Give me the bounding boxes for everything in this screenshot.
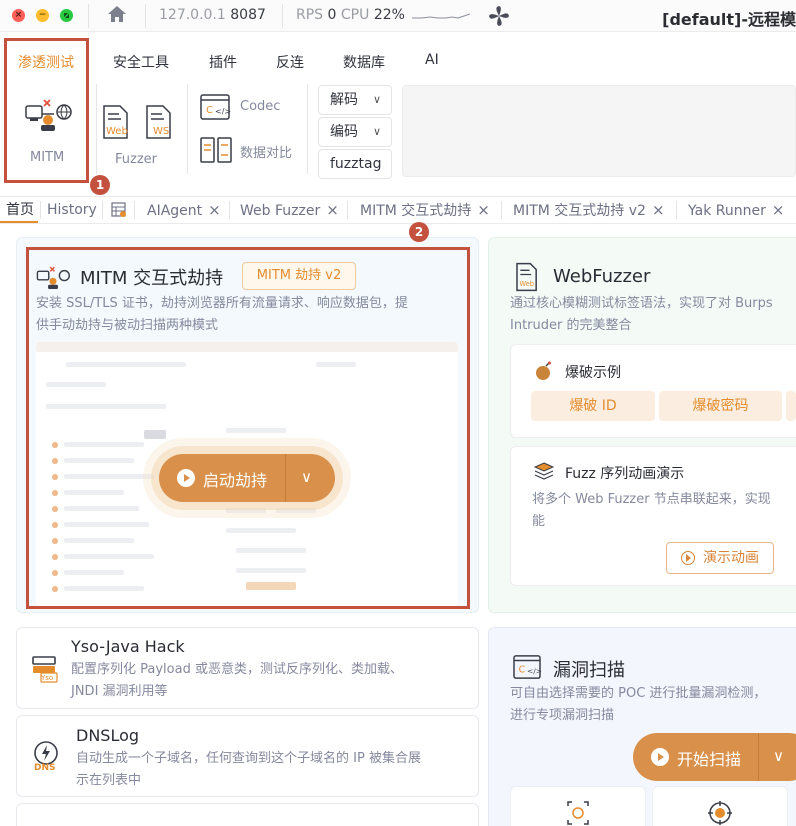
vuln-scan-icon: C </> — [513, 655, 542, 679]
close-tab-icon[interactable]: × — [652, 201, 665, 219]
webfuzzer-card-title: WebFuzzer — [553, 266, 651, 287]
layers-icon — [533, 462, 555, 480]
dnslog-card-title: DNSLog — [76, 726, 140, 745]
menu-plugins[interactable]: 插件 — [209, 52, 237, 72]
title-bar: × − 127.0.0.1 8087 RPS 0 CPU 22% [defaul… — [0, 0, 796, 32]
close-tab-icon[interactable]: × — [477, 201, 490, 219]
start-scan-button[interactable]: 开始扫描 ∨ — [633, 733, 796, 781]
table-icon[interactable] — [111, 202, 127, 218]
annotation-badge-1: 1 — [90, 175, 110, 195]
tab-web-fuzzer[interactable]: Web Fuzzer × — [234, 197, 339, 223]
fuzztag-button[interactable]: fuzztag — [318, 149, 392, 179]
close-tab-icon[interactable]: × — [772, 201, 785, 219]
next-tool-card[interactable] — [16, 803, 479, 826]
menu-ai[interactable]: AI — [425, 52, 439, 68]
annotation-badge-2: 2 — [409, 222, 429, 242]
expand-icon — [64, 13, 69, 18]
tab-mitm[interactable]: MITM 交互式劫持 × — [354, 197, 490, 223]
tab-home[interactable]: 首页 — [0, 197, 38, 223]
home-icon[interactable] — [106, 3, 128, 25]
window-title: [default]-远程模 — [662, 10, 796, 29]
close-tab-icon[interactable]: × — [208, 201, 221, 219]
fuzzer-label: Fuzzer — [115, 152, 157, 167]
chevron-down-icon: ∨ — [372, 125, 381, 138]
data-compare-label[interactable]: 数据对比 — [240, 142, 292, 161]
rps-status: RPS 0 CPU 22% — [296, 7, 405, 23]
yso-card-desc: 配置序列化 Payload 或恶意类，测试反序列化、类加载、 JNDI 漏洞利用… — [71, 662, 403, 699]
more-pill[interactable] — [786, 391, 796, 421]
yso-card-title: Yso-Java Hack — [71, 637, 185, 656]
decode-select[interactable]: 解码 ∨ — [318, 85, 392, 115]
demo-animation-button[interactable]: 演示动画 — [666, 542, 774, 574]
svg-text:Web: Web — [520, 280, 535, 288]
engine-address: 127.0.0.1 8087 — [159, 7, 266, 23]
webfuzzer-card-desc: 通过核心模糊测试标签语法，实现了对 Burps Intruder 的完美整合 — [510, 296, 773, 333]
yakit-logo-icon — [489, 6, 509, 26]
tab-mitm-v2[interactable]: MITM 交互式劫持 v2 × — [507, 197, 665, 223]
highlight-box-1 — [4, 38, 89, 183]
encode-select[interactable]: 编码 ∨ — [318, 117, 392, 147]
close-window-button[interactable]: × — [12, 9, 25, 22]
cpu-sparkline — [412, 13, 470, 19]
scan-target-icon — [567, 801, 589, 825]
codec-icon[interactable]: C </> — [199, 93, 231, 121]
minimize-window-button[interactable]: − — [36, 9, 49, 22]
chevron-down-icon[interactable]: ∨ — [773, 747, 784, 765]
dns-badge: DNS — [34, 763, 56, 773]
fuzz-sequence-desc: 将多个 Web Fuzzer 节点串联起来，实现 能 — [532, 492, 771, 529]
svg-text:</>: </> — [215, 107, 231, 116]
brute-example-title: 爆破示例 — [565, 365, 621, 381]
menu-database[interactable]: 数据库 — [343, 52, 385, 72]
svg-text:C: C — [206, 105, 213, 116]
host-text: 127.0.0.1 — [159, 7, 226, 23]
play-circle-icon — [681, 551, 695, 565]
codec-label[interactable]: Codec — [240, 99, 280, 114]
fuzz-sequence-title: Fuzz 序列动画演示 — [565, 466, 685, 482]
maximize-window-button[interactable] — [60, 9, 73, 22]
bomb-icon — [536, 361, 551, 380]
yso-badge: Yso — [41, 674, 54, 682]
tab-yak-runner[interactable]: Yak Runner × — [682, 197, 784, 223]
vuln-scan-title: 漏洞扫描 — [553, 660, 625, 681]
svg-text:</>: </> — [527, 667, 542, 676]
close-tab-icon[interactable]: × — [326, 201, 339, 219]
tab-aiagent[interactable]: AIAgent × — [141, 197, 221, 223]
webfuzzer-card-icon: Web — [516, 262, 537, 292]
port-text: 8087 — [230, 7, 266, 23]
data-compare-icon[interactable] — [199, 136, 233, 164]
menu-reverse[interactable]: 反连 — [276, 52, 304, 72]
play-icon — [651, 748, 669, 766]
ws-badge: WS — [153, 126, 170, 137]
tab-history[interactable]: History — [41, 197, 97, 223]
brute-id-button[interactable]: 爆破 ID — [531, 391, 655, 421]
svg-text:C: C — [519, 665, 525, 676]
menu-security-tools[interactable]: 安全工具 — [113, 52, 169, 72]
chevron-down-icon: ∨ — [372, 93, 381, 106]
dnslog-card-desc: 自动生成一个子域名，任何查询到这个子域名的 IP 被集合展 示在列表中 — [76, 751, 421, 788]
highlight-box-2 — [26, 247, 470, 609]
brute-password-button[interactable]: 爆破密码 — [659, 391, 782, 421]
web-badge: Web — [106, 126, 128, 137]
codec-input-area[interactable] — [402, 85, 796, 177]
tab-bar: 首页 History AIAgent × Web Fuzzer × MITM 交互式… — [0, 196, 796, 224]
bug-scan-icon — [708, 801, 732, 825]
vuln-scan-desc: 可自由选择需要的 POC 进行批量漏洞检测， 进行专项漏洞扫描 — [510, 686, 767, 723]
